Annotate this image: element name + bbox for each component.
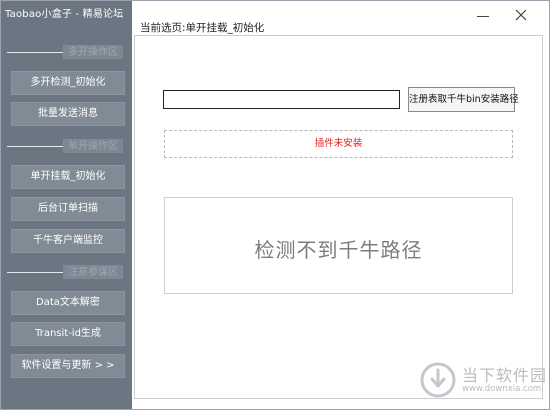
data-text-decrypt-button[interactable]: Data文本解密 bbox=[11, 291, 125, 315]
transit-id-generate-button[interactable]: Transit-id生成 bbox=[11, 322, 125, 346]
section-multi-open: 多开操作区 bbox=[7, 45, 127, 59]
detect-message: 检测不到千牛路径 bbox=[254, 238, 423, 262]
current-page-title: 当前选页:单开挂载_初始化 bbox=[140, 22, 265, 34]
multi-detect-init-button[interactable]: 多开检测_初始化 bbox=[11, 71, 125, 95]
watermark: 当下软件园 www.downxia.com bbox=[420, 358, 546, 402]
batch-send-message-button[interactable]: 批量发送消息 bbox=[11, 102, 125, 126]
section-label: 注意参谋区 bbox=[63, 265, 123, 279]
section-divider bbox=[7, 52, 63, 53]
section-single-open: 单开操作区 bbox=[7, 139, 127, 153]
settings-update-button[interactable]: 软件设置与更新 > > bbox=[11, 354, 125, 378]
single-mount-init-button[interactable]: 单开挂载_初始化 bbox=[11, 165, 125, 189]
section-label: 多开操作区 bbox=[63, 45, 123, 59]
detect-result-box: 检测不到千牛路径 bbox=[164, 197, 513, 294]
section-notice: 注意参谋区 bbox=[7, 265, 127, 279]
downxia-logo-icon bbox=[420, 362, 456, 398]
plugin-status-text: 插件未安装 bbox=[314, 138, 363, 149]
minimize-icon bbox=[477, 16, 489, 17]
watermark-name: 当下软件园 bbox=[462, 366, 548, 385]
background-order-scan-button[interactable]: 后台订单扫描 bbox=[11, 197, 125, 221]
section-divider bbox=[7, 146, 63, 147]
read-registry-path-button[interactable]: 注册表取千牛bin安装路径 bbox=[408, 87, 519, 112]
plugin-status-box: 插件未安装 bbox=[164, 130, 513, 158]
sidebar: Taobao小盒子 - 精易论坛 多开操作区 多开检测_初始化 批量发送消息 单… bbox=[1, 1, 132, 409]
minimize-button[interactable] bbox=[472, 6, 494, 26]
close-icon bbox=[515, 9, 527, 21]
section-label: 单开操作区 bbox=[63, 139, 123, 153]
qianniu-path-input[interactable] bbox=[163, 90, 400, 109]
watermark-url: www.downxia.com bbox=[462, 384, 542, 394]
section-divider bbox=[7, 272, 63, 273]
close-button[interactable] bbox=[510, 6, 532, 26]
qianniu-client-monitor-button[interactable]: 千牛客户端监控 bbox=[11, 229, 125, 253]
app-title: Taobao小盒子 - 精易论坛 bbox=[5, 9, 124, 20]
